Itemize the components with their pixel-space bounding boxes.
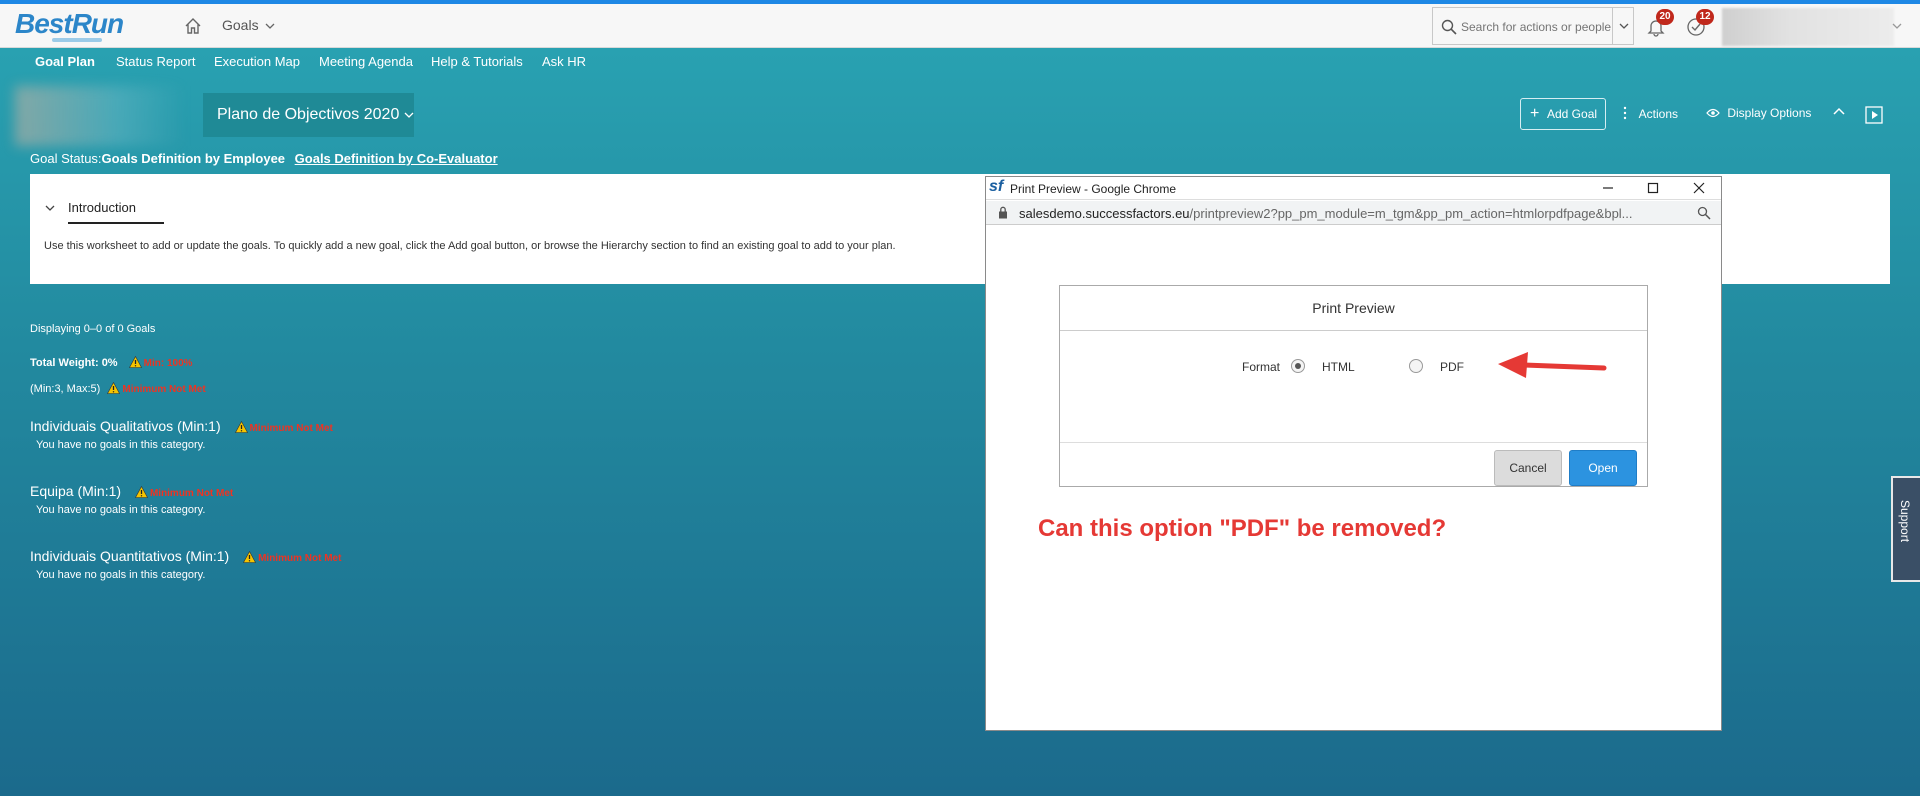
more-vertical-icon [1623, 106, 1627, 120]
chevron-down-icon[interactable] [1892, 22, 1902, 30]
total-weight-warning: Min: 100% [143, 358, 193, 369]
nav-ask-hr[interactable]: Ask HR [542, 54, 586, 69]
search-icon [1441, 19, 1457, 35]
category-warning: Minimum Not Met [149, 488, 234, 499]
minmax-warning: Minimum Not Met [122, 384, 206, 395]
annotation-arrow-icon [1498, 352, 1607, 378]
address-bar[interactable]: salesdemo.successfactors.eu/printpreview… [986, 201, 1721, 225]
format-label: Format [1242, 360, 1281, 374]
actions-label: Actions [1638, 107, 1679, 121]
print-preview-window: sf Print Preview - Google Chrome salesde… [985, 176, 1722, 731]
display-options-label: Display Options [1727, 106, 1812, 120]
category-heading: Individuais Qualitativos (Min:1) Minimum… [30, 418, 333, 434]
pdf-option-label[interactable]: PDF [1440, 360, 1464, 374]
present-play-icon[interactable] [1865, 106, 1883, 124]
category-name: Individuais Qualitativos (Min:1) [30, 418, 221, 434]
nav-help-tutorials[interactable]: Help & Tutorials [431, 54, 523, 69]
user-menu-avatar[interactable] [1722, 8, 1894, 46]
module-menu-label: Goals [222, 17, 259, 33]
plan-title: Plano de Objectivos 2020 [217, 106, 400, 123]
print-preview-dialog: Print Preview Format HTML PDF Cancel Ope… [1059, 285, 1648, 487]
chevron-down-icon[interactable] [44, 202, 56, 214]
search-dropdown-button[interactable] [1612, 7, 1634, 45]
minimize-icon[interactable] [1599, 180, 1617, 196]
search-input[interactable] [1461, 17, 1611, 37]
zoom-icon[interactable] [1697, 206, 1711, 220]
category-warning: Minimum Not Met [249, 423, 333, 434]
successfactors-logo: sf [989, 178, 1004, 195]
logo-underline [52, 38, 102, 42]
warning-icon [107, 382, 121, 394]
url-host: salesdemo.successfactors.eu [1019, 206, 1190, 221]
goal-status: Goal Status:Goals Definition by Employee… [30, 151, 498, 166]
maximize-icon[interactable] [1644, 180, 1662, 196]
goal-status-prefix: Goal Status: [30, 151, 102, 166]
warning-icon [243, 551, 257, 563]
category-empty-text: You have no goals in this category. [36, 569, 206, 581]
close-icon[interactable] [1690, 180, 1708, 196]
url-path: /printpreview2?pp_pm_module=m_tgm&pp_pm_… [1189, 206, 1633, 221]
annotation-text: Can this option "PDF" be removed? [1038, 515, 1447, 542]
add-goal-button[interactable]: + Add Goal [1520, 98, 1606, 130]
plan-selector[interactable]: Plano de Objectivos 2020 [203, 93, 414, 137]
collapse-chevron-up-icon[interactable] [1832, 106, 1846, 116]
chevron-down-icon [266, 23, 275, 29]
company-logo[interactable]: BestRun [15, 8, 124, 40]
introduction-tab[interactable]: Introduction [68, 200, 136, 215]
support-label: Support [1898, 500, 1912, 543]
nav-status-report[interactable]: Status Report [116, 54, 196, 69]
tasks-badge: 12 [1696, 9, 1714, 25]
actions-button[interactable]: Actions [1622, 106, 1678, 121]
html-option-label[interactable]: HTML [1322, 360, 1355, 374]
display-options-button[interactable]: Display Options [1706, 106, 1811, 120]
nav-execution-map[interactable]: Execution Map [214, 54, 300, 69]
pdf-radio[interactable] [1409, 359, 1423, 373]
category-empty-text: You have no goals in this category. [36, 504, 206, 516]
eye-icon [1706, 108, 1720, 118]
lock-icon [999, 206, 1007, 219]
window-titlebar[interactable]: sf Print Preview - Google Chrome [986, 177, 1721, 200]
category-empty-text: You have no goals in this category. [36, 439, 206, 451]
employee-photo-name [15, 86, 185, 146]
total-weight-row: Total Weight: 0% Min: 100% [30, 356, 193, 369]
open-button[interactable]: Open [1569, 450, 1637, 486]
home-icon[interactable] [184, 17, 202, 35]
dialog-title: Print Preview [1060, 286, 1647, 331]
minmax-row: (Min:3, Max:5) Minimum Not Met [30, 382, 206, 395]
warning-icon [234, 421, 248, 433]
search-box[interactable] [1432, 7, 1634, 45]
sub-navigation: Goal Plan Status Report Execution Map Me… [0, 48, 1920, 76]
support-tab[interactable]: Support [1891, 476, 1920, 582]
window-title: Print Preview - Google Chrome [1010, 182, 1177, 196]
warning-icon [128, 356, 142, 368]
warning-icon [134, 486, 148, 498]
minmax-label: (Min:3, Max:5) [30, 383, 101, 395]
goal-status-next-link[interactable]: Goals Definition by Co-Evaluator [295, 151, 498, 166]
category-name: Individuais Quantitativos (Min:1) [30, 548, 230, 564]
category-heading: Individuais Quantitativos (Min:1) Minimu… [30, 548, 341, 564]
goal-status-current: Goals Definition by Employee [101, 151, 286, 166]
html-radio[interactable] [1291, 359, 1305, 373]
module-menu[interactable]: Goals [222, 17, 275, 33]
displaying-count: Displaying 0–0 of 0 Goals [30, 323, 156, 335]
introduction-text: Use this worksheet to add or update the … [44, 240, 896, 252]
nav-goal-plan[interactable]: Goal Plan [35, 54, 95, 69]
chevron-down-icon [404, 112, 414, 118]
notifications-badge: 20 [1656, 9, 1674, 25]
category-heading: Equipa (Min:1) Minimum Not Met [30, 483, 233, 499]
total-weight: Total Weight: 0% [30, 357, 118, 369]
plus-icon: + [1530, 105, 1540, 122]
cancel-button[interactable]: Cancel [1494, 450, 1562, 486]
add-goal-label: Add Goal [1547, 107, 1598, 121]
category-warning: Minimum Not Met [258, 553, 342, 564]
url-text[interactable]: salesdemo.successfactors.eu/printpreview… [1019, 206, 1679, 221]
category-name: Equipa (Min:1) [30, 483, 122, 499]
shell-bar: BestRun Goals 20 12 [0, 4, 1920, 48]
nav-meeting-agenda[interactable]: Meeting Agenda [319, 54, 413, 69]
chevron-down-icon [1619, 23, 1629, 29]
tab-underline [68, 222, 164, 224]
